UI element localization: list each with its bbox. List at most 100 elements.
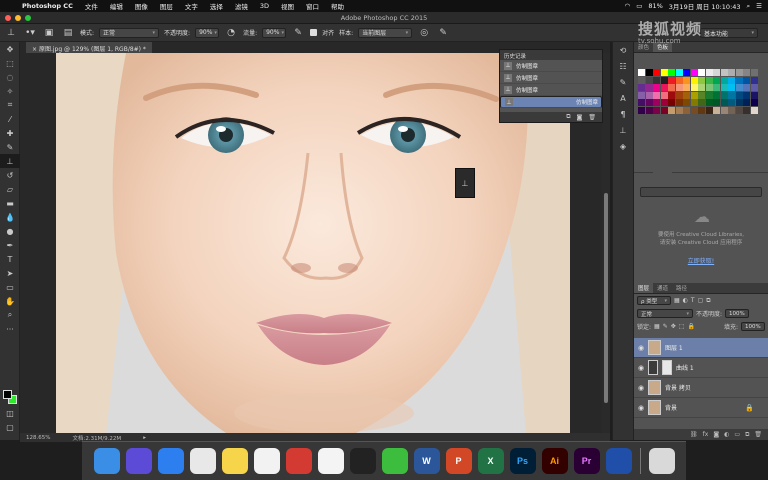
filter-type-icon[interactable]: T: [691, 297, 695, 304]
color-swatch[interactable]: [638, 91, 645, 99]
swatch-grid[interactable]: [638, 69, 762, 114]
trash-icon[interactable]: 🗑: [588, 114, 596, 121]
lock-artboard-icon[interactable]: ⬚: [679, 323, 685, 330]
baidu-netdisk-app[interactable]: [317, 448, 344, 474]
layer-filter-select[interactable]: ρ 类型 ▾: [637, 296, 671, 305]
color-swatch[interactable]: [645, 106, 653, 114]
pressure-size-icon[interactable]: ✎: [436, 26, 450, 40]
history-item[interactable]: ⊥ 仿制图章: [500, 72, 602, 84]
color-swatch[interactable]: [668, 76, 675, 84]
color-swatch[interactable]: [675, 99, 683, 106]
color-swatch[interactable]: [660, 106, 668, 114]
reminders-app[interactable]: [253, 448, 280, 474]
gradient-tool-icon[interactable]: ▬: [0, 196, 20, 210]
color-swatch[interactable]: [728, 91, 735, 99]
color-swatch[interactable]: [713, 84, 720, 91]
ignore-adjustment-icon[interactable]: ◎: [417, 26, 431, 40]
color-swatch[interactable]: [660, 76, 668, 84]
floating-mini-panel[interactable]: ⊥: [455, 168, 475, 198]
brush-preset-picker[interactable]: •▾: [23, 26, 37, 40]
color-swatch[interactable]: [713, 106, 720, 114]
properties-icon[interactable]: ☷: [613, 58, 633, 74]
filter-pixel-icon[interactable]: ▦: [674, 297, 680, 304]
history-item-selected[interactable]: ⊥ 仿制图章: [500, 96, 602, 108]
new-group-icon[interactable]: ▭: [734, 431, 740, 438]
close-icon[interactable]: ×: [32, 46, 39, 53]
tab-channels[interactable]: 通道: [653, 283, 672, 293]
color-swatch[interactable]: [743, 76, 750, 84]
color-swatch[interactable]: [675, 76, 683, 84]
camera-snapshot-icon[interactable]: ◙: [577, 114, 583, 121]
color-swatch[interactable]: [698, 76, 705, 84]
color-swatch[interactable]: [645, 69, 653, 76]
color-swatch[interactable]: [735, 106, 743, 114]
color-swatch[interactable]: [660, 69, 668, 76]
color-swatch[interactable]: [638, 106, 645, 114]
color-swatch[interactable]: [690, 69, 698, 76]
color-swatch[interactable]: [683, 106, 690, 114]
color-swatch[interactable]: [638, 69, 645, 76]
excel-app[interactable]: X: [477, 448, 504, 474]
wifi-icon[interactable]: ◠: [625, 2, 631, 10]
layer-row[interactable]: ◉ 图层 1: [634, 338, 768, 358]
notes-app[interactable]: [221, 448, 248, 474]
character-panel-icon[interactable]: A: [613, 90, 633, 106]
clone-stamp-tool-icon[interactable]: ⊥: [0, 154, 20, 168]
color-swatch[interactable]: [690, 106, 698, 114]
color-swatch[interactable]: [750, 84, 758, 91]
color-swatch[interactable]: [735, 84, 743, 91]
word-app[interactable]: W: [413, 448, 440, 474]
color-swatch[interactable]: [743, 69, 750, 76]
color-swatch[interactable]: [743, 99, 750, 106]
layer-opacity-input[interactable]: 100%: [725, 309, 750, 318]
filter-shape-icon[interactable]: ▢: [698, 297, 704, 304]
dodge-tool-icon[interactable]: ●: [0, 224, 20, 238]
blur-tool-icon[interactable]: 💧: [0, 210, 20, 224]
zoom-tool-icon[interactable]: ⌕: [0, 308, 20, 322]
color-swatch[interactable]: [750, 91, 758, 99]
color-swatch[interactable]: [743, 84, 750, 91]
color-swatch[interactable]: [720, 91, 728, 99]
filter-adjustment-icon[interactable]: ◐: [683, 297, 688, 304]
pen-tool-icon[interactable]: ✒: [0, 238, 20, 252]
layer-row[interactable]: ◉ 曲线 1: [634, 358, 768, 378]
color-swatch[interactable]: [660, 84, 668, 91]
library-select[interactable]: [640, 187, 762, 197]
color-swatch[interactable]: [668, 69, 675, 76]
clone-source-icon[interactable]: ▤: [61, 26, 75, 40]
clone-source-panel-icon[interactable]: ⊥: [613, 122, 633, 138]
brush-tool-icon[interactable]: ✎: [0, 140, 20, 154]
color-swatch[interactable]: [713, 76, 720, 84]
opacity-input[interactable]: 90% ▾: [195, 27, 220, 38]
eye-icon[interactable]: ◉: [634, 344, 648, 352]
fill-input[interactable]: 100%: [741, 322, 765, 331]
color-swatch[interactable]: [675, 69, 683, 76]
color-swatch[interactable]: [750, 99, 758, 106]
blend-mode-select[interactable]: 正常 ▾: [637, 309, 693, 318]
status-menu-arrow-icon[interactable]: ▸: [143, 435, 146, 441]
menu-layer[interactable]: 图层: [154, 1, 179, 11]
color-swatch[interactable]: [645, 99, 653, 106]
filter-smart-object-icon[interactable]: ⧉: [706, 297, 710, 305]
color-swatch[interactable]: [660, 99, 668, 106]
history-brush-tool-icon[interactable]: ↺: [0, 168, 20, 182]
color-swatch[interactable]: [720, 76, 728, 84]
lock-position-icon[interactable]: ✥: [671, 323, 676, 330]
document-tab[interactable]: × 原图.jpg @ 129% (图层 1, RGB/8#) *: [26, 42, 152, 53]
menu-edit[interactable]: 编辑: [104, 1, 129, 11]
menu-select[interactable]: 选择: [204, 1, 229, 11]
powerpoint-app[interactable]: P: [445, 448, 472, 474]
menu-list-icon[interactable]: ☰: [756, 2, 762, 10]
color-swatch[interactable]: [720, 99, 728, 106]
eye-icon[interactable]: ◉: [634, 384, 648, 392]
app-unknown[interactable]: [605, 448, 632, 474]
photoshop-app[interactable]: Ps: [509, 448, 536, 474]
menu-window[interactable]: 窗口: [300, 1, 325, 11]
trash-app[interactable]: [648, 448, 675, 474]
premiere-app[interactable]: Pr: [573, 448, 600, 474]
color-swatch[interactable]: [653, 99, 660, 106]
new-layer-icon[interactable]: ⧉: [745, 431, 749, 439]
color-swatch[interactable]: [698, 91, 705, 99]
tab-layers[interactable]: 图层: [634, 283, 654, 293]
align-checkbox[interactable]: [310, 29, 318, 36]
